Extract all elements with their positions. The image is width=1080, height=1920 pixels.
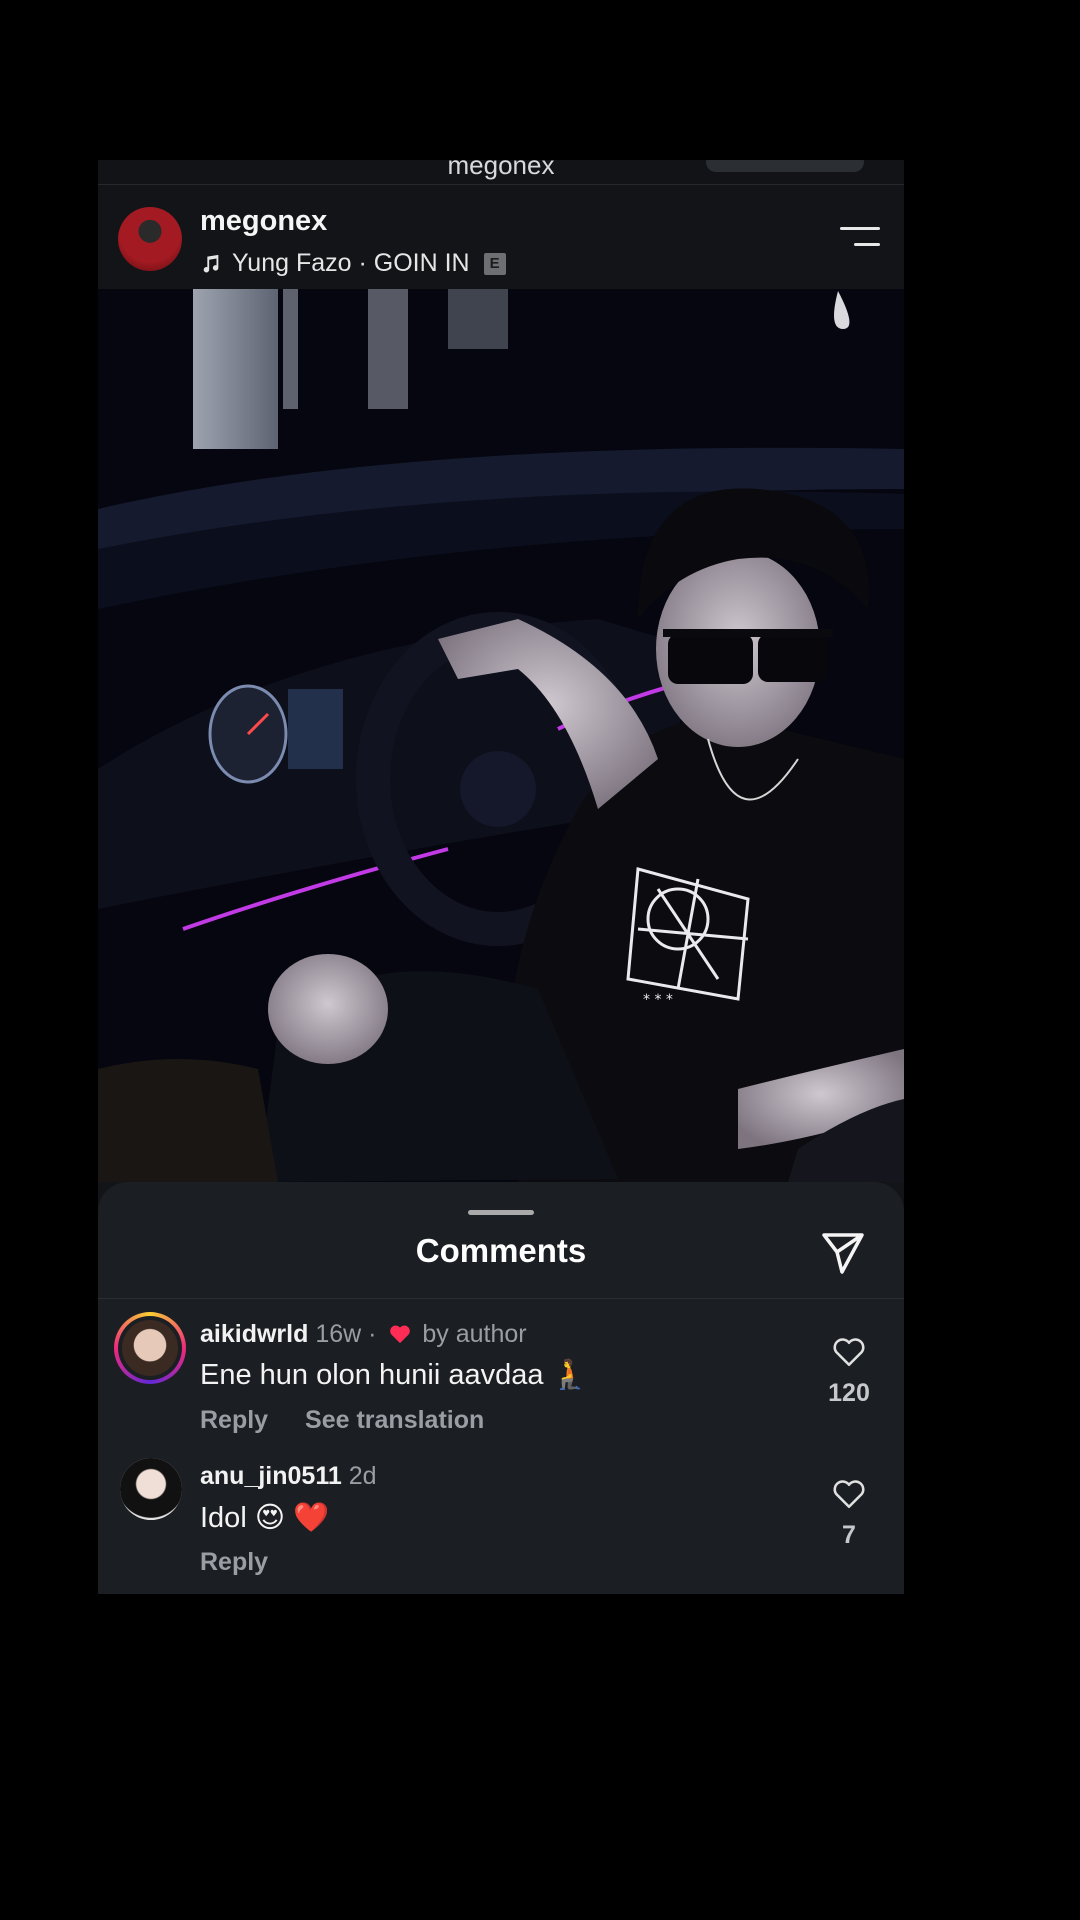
commenter-avatar[interactable] <box>120 1458 182 1520</box>
avatar-photo <box>122 1320 178 1376</box>
see-translation-button[interactable]: See translation <box>305 1406 484 1434</box>
comment-username[interactable]: anu_jin0511 <box>200 1462 342 1490</box>
sheet-grabber[interactable] <box>468 1210 534 1215</box>
top-pill <box>706 160 864 172</box>
like-control[interactable]: 120 <box>824 1336 874 1408</box>
like-count: 120 <box>828 1379 870 1407</box>
comment-time: 16w <box>315 1320 362 1348</box>
comment-meta: aikidwrld 16w · by author <box>200 1320 527 1348</box>
comment-actions: Reply See translation <box>200 1406 514 1435</box>
comment-text: Idol 😍 ❤️ <box>200 1502 330 1534</box>
post-header: megonex Yung Fazo · GOIN IN E <box>98 185 904 289</box>
reply-button[interactable]: Reply <box>200 1406 268 1434</box>
heart-outline-icon[interactable] <box>832 1336 866 1368</box>
heart-filled-icon <box>390 1325 411 1344</box>
author-avatar[interactable] <box>118 207 182 271</box>
music-attribution[interactable]: Yung Fazo · GOIN IN E <box>200 249 506 278</box>
send-icon[interactable] <box>820 1230 866 1276</box>
comment-actions: Reply <box>200 1548 298 1577</box>
like-count: 7 <box>842 1521 856 1549</box>
svg-text:* * *: * * * <box>643 992 673 1008</box>
comment-username[interactable]: aikidwrld <box>200 1320 308 1348</box>
reply-button[interactable]: Reply <box>200 1548 268 1576</box>
post-photo[interactable]: * * * <box>98 289 904 1182</box>
comments-title: Comments <box>415 1232 587 1269</box>
liked-by-author: by author <box>422 1320 527 1348</box>
comment-text: Ene hun olon hunii aavdaa 🧎 <box>200 1359 588 1391</box>
commenter-avatar[interactable] <box>114 1312 186 1384</box>
comment-time: 2d <box>348 1462 377 1490</box>
explicit-badge: E <box>483 252 506 275</box>
like-control[interactable]: 7 <box>824 1478 874 1550</box>
comment-meta: anu_jin0511 2d <box>200 1462 377 1491</box>
post-screen: megonex megonex Yung Fazo · GOIN IN E * … <box>98 160 904 1594</box>
menu-icon[interactable] <box>840 225 880 249</box>
sheet-divider <box>98 1298 904 1299</box>
comments-sheet: Comments aikidwrld 16w · by author Ene h… <box>98 1182 904 1594</box>
top-bar: megonex <box>98 160 904 185</box>
heart-outline-icon[interactable] <box>832 1478 866 1510</box>
author-username[interactable]: megonex <box>200 205 327 238</box>
photo-illustration: * * * <box>98 289 904 1182</box>
music-label: Yung Fazo · GOIN IN <box>232 249 470 277</box>
avatar-photo <box>120 1458 182 1520</box>
music-note-icon <box>203 254 219 272</box>
